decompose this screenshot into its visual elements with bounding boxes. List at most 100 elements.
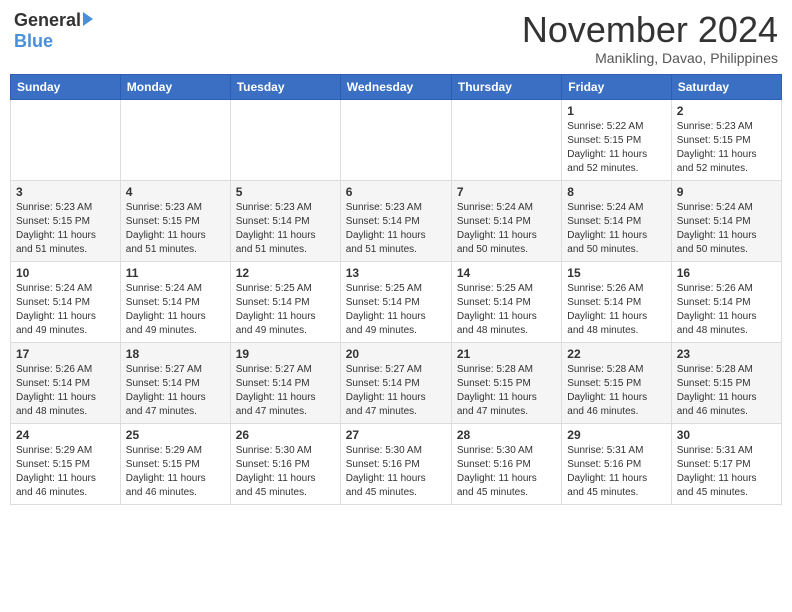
- calendar-cell: 10 Sunrise: 5:24 AM Sunset: 5:14 PM Dayli…: [11, 261, 121, 342]
- calendar-header-row: SundayMondayTuesdayWednesdayThursdayFrid…: [11, 74, 782, 99]
- day-number: 2: [677, 104, 776, 118]
- day-info: Sunrise: 5:31 AM Sunset: 5:17 PM Dayligh…: [677, 444, 776, 500]
- calendar-cell: 21 Sunrise: 5:28 AM Sunset: 5:15 PM Dayli…: [451, 342, 561, 423]
- calendar-header-tuesday: Tuesday: [230, 74, 340, 99]
- day-number: 7: [457, 185, 556, 199]
- day-number: 21: [457, 347, 556, 361]
- calendar-header-sunday: Sunday: [11, 74, 121, 99]
- calendar-cell: 4Sunrise: 5:23 AM Sunset: 5:15 PM Daylig…: [120, 180, 230, 261]
- calendar-cell: [120, 99, 230, 180]
- day-number: 4: [126, 185, 225, 199]
- calendar-cell: [340, 99, 451, 180]
- calendar-header-monday: Monday: [120, 74, 230, 99]
- calendar-cell: 5 Sunrise: 5:23 AM Sunset: 5:14 PM Daylig…: [230, 180, 340, 261]
- calendar-cell: 16 Sunrise: 5:26 AM Sunset: 5:14 PM Dayli…: [671, 261, 781, 342]
- day-number: 26: [236, 428, 335, 442]
- day-number: 19: [236, 347, 335, 361]
- day-number: 18: [126, 347, 225, 361]
- day-info: Sunrise: 5:26 AM Sunset: 5:14 PM Dayligh…: [677, 282, 776, 338]
- calendar-cell: 27 Sunrise: 5:30 AM Sunset: 5:16 PM Dayli…: [340, 423, 451, 504]
- day-info: Sunrise: 5:26 AM Sunset: 5:14 PM Dayligh…: [16, 363, 115, 419]
- day-info: Sunrise: 5:26 AM Sunset: 5:14 PM Dayligh…: [567, 282, 665, 338]
- day-info: Sunrise: 5:25 AM Sunset: 5:14 PM Dayligh…: [346, 282, 446, 338]
- day-number: 27: [346, 428, 446, 442]
- day-info: Sunrise: 5:23 AM Sunset: 5:14 PM Dayligh…: [346, 201, 446, 257]
- day-number: 6: [346, 185, 446, 199]
- day-number: 17: [16, 347, 115, 361]
- day-info: Sunrise: 5:27 AM Sunset: 5:14 PM Dayligh…: [346, 363, 446, 419]
- day-number: 16: [677, 266, 776, 280]
- day-number: 22: [567, 347, 665, 361]
- calendar-cell: 6 Sunrise: 5:23 AM Sunset: 5:14 PM Daylig…: [340, 180, 451, 261]
- calendar-header-thursday: Thursday: [451, 74, 561, 99]
- day-number: 13: [346, 266, 446, 280]
- day-info: Sunrise: 5:24 AM Sunset: 5:14 PM Dayligh…: [126, 282, 225, 338]
- calendar-cell: [451, 99, 561, 180]
- calendar-cell: 17 Sunrise: 5:26 AM Sunset: 5:14 PM Dayli…: [11, 342, 121, 423]
- day-info: Sunrise: 5:28 AM Sunset: 5:15 PM Dayligh…: [457, 363, 556, 419]
- day-info: Sunrise: 5:22 AM Sunset: 5:15 PM Dayligh…: [567, 120, 665, 176]
- calendar-week-row: 17 Sunrise: 5:26 AM Sunset: 5:14 PM Dayli…: [11, 342, 782, 423]
- calendar-cell: 30 Sunrise: 5:31 AM Sunset: 5:17 PM Dayli…: [671, 423, 781, 504]
- calendar-cell: 20 Sunrise: 5:27 AM Sunset: 5:14 PM Dayli…: [340, 342, 451, 423]
- day-number: 20: [346, 347, 446, 361]
- calendar-week-row: 1 Sunrise: 5:22 AM Sunset: 5:15 PM Daylig…: [11, 99, 782, 180]
- logo-general-text: General: [14, 10, 81, 31]
- calendar-cell: 1 Sunrise: 5:22 AM Sunset: 5:15 PM Daylig…: [562, 99, 671, 180]
- calendar-cell: 14Sunrise: 5:25 AM Sunset: 5:14 PM Dayli…: [451, 261, 561, 342]
- calendar-cell: 2Sunrise: 5:23 AM Sunset: 5:15 PM Daylig…: [671, 99, 781, 180]
- calendar-cell: 7 Sunrise: 5:24 AM Sunset: 5:14 PM Daylig…: [451, 180, 561, 261]
- day-number: 10: [16, 266, 115, 280]
- calendar-cell: 12 Sunrise: 5:25 AM Sunset: 5:14 PM Dayli…: [230, 261, 340, 342]
- day-info: Sunrise: 5:29 AM Sunset: 5:15 PM Dayligh…: [16, 444, 115, 500]
- day-info: Sunrise: 5:24 AM Sunset: 5:14 PM Dayligh…: [567, 201, 665, 257]
- logo-blue-text: Blue: [14, 31, 53, 52]
- day-number: 11: [126, 266, 225, 280]
- logo: General Blue: [14, 10, 93, 52]
- calendar-cell: 26 Sunrise: 5:30 AM Sunset: 5:16 PM Dayli…: [230, 423, 340, 504]
- calendar-table: SundayMondayTuesdayWednesdayThursdayFrid…: [10, 74, 782, 505]
- day-number: 9: [677, 185, 776, 199]
- day-info: Sunrise: 5:27 AM Sunset: 5:14 PM Dayligh…: [236, 363, 335, 419]
- day-info: Sunrise: 5:23 AM Sunset: 5:15 PM Dayligh…: [16, 201, 115, 257]
- calendar-cell: 25 Sunrise: 5:29 AM Sunset: 5:15 PM Dayli…: [120, 423, 230, 504]
- calendar-header-saturday: Saturday: [671, 74, 781, 99]
- day-info: Sunrise: 5:24 AM Sunset: 5:14 PM Dayligh…: [457, 201, 556, 257]
- day-number: 28: [457, 428, 556, 442]
- calendar-cell: 13 Sunrise: 5:25 AM Sunset: 5:14 PM Dayli…: [340, 261, 451, 342]
- location-subtitle: Manikling, Davao, Philippines: [522, 50, 778, 66]
- calendar-header-friday: Friday: [562, 74, 671, 99]
- calendar-cell: [11, 99, 121, 180]
- day-number: 5: [236, 185, 335, 199]
- day-info: Sunrise: 5:25 AM Sunset: 5:14 PM Dayligh…: [236, 282, 335, 338]
- day-number: 25: [126, 428, 225, 442]
- day-number: 23: [677, 347, 776, 361]
- day-number: 24: [16, 428, 115, 442]
- day-info: Sunrise: 5:28 AM Sunset: 5:15 PM Dayligh…: [677, 363, 776, 419]
- calendar-cell: 11 Sunrise: 5:24 AM Sunset: 5:14 PM Dayli…: [120, 261, 230, 342]
- day-info: Sunrise: 5:29 AM Sunset: 5:15 PM Dayligh…: [126, 444, 225, 500]
- calendar-cell: 24 Sunrise: 5:29 AM Sunset: 5:15 PM Dayli…: [11, 423, 121, 504]
- calendar-week-row: 10 Sunrise: 5:24 AM Sunset: 5:14 PM Dayli…: [11, 261, 782, 342]
- day-number: 8: [567, 185, 665, 199]
- day-info: Sunrise: 5:31 AM Sunset: 5:16 PM Dayligh…: [567, 444, 665, 500]
- calendar-week-row: 24 Sunrise: 5:29 AM Sunset: 5:15 PM Dayli…: [11, 423, 782, 504]
- day-info: Sunrise: 5:28 AM Sunset: 5:15 PM Dayligh…: [567, 363, 665, 419]
- month-title: November 2024: [522, 10, 778, 50]
- calendar-header-wednesday: Wednesday: [340, 74, 451, 99]
- title-section: November 2024 Manikling, Davao, Philippi…: [522, 10, 778, 66]
- day-number: 1: [567, 104, 665, 118]
- day-info: Sunrise: 5:24 AM Sunset: 5:14 PM Dayligh…: [16, 282, 115, 338]
- day-info: Sunrise: 5:23 AM Sunset: 5:14 PM Dayligh…: [236, 201, 335, 257]
- calendar-cell: 9 Sunrise: 5:24 AM Sunset: 5:14 PM Daylig…: [671, 180, 781, 261]
- day-info: Sunrise: 5:30 AM Sunset: 5:16 PM Dayligh…: [457, 444, 556, 500]
- day-number: 30: [677, 428, 776, 442]
- calendar-cell: 29Sunrise: 5:31 AM Sunset: 5:16 PM Dayli…: [562, 423, 671, 504]
- day-number: 3: [16, 185, 115, 199]
- day-info: Sunrise: 5:30 AM Sunset: 5:16 PM Dayligh…: [236, 444, 335, 500]
- day-info: Sunrise: 5:30 AM Sunset: 5:16 PM Dayligh…: [346, 444, 446, 500]
- day-number: 15: [567, 266, 665, 280]
- day-info: Sunrise: 5:24 AM Sunset: 5:14 PM Dayligh…: [677, 201, 776, 257]
- day-number: 12: [236, 266, 335, 280]
- calendar-week-row: 3 Sunrise: 5:23 AM Sunset: 5:15 PM Daylig…: [11, 180, 782, 261]
